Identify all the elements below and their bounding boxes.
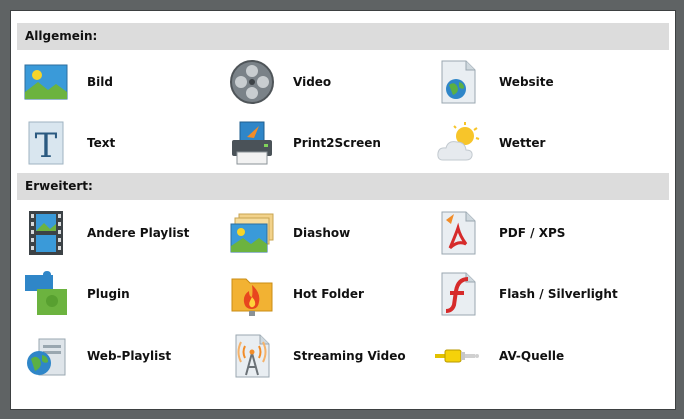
item-video[interactable]: Video: [229, 57, 429, 107]
weather-icon: [435, 120, 481, 166]
pdf-document-icon: [435, 210, 481, 256]
streaming-antenna-icon: [229, 333, 275, 379]
item-website[interactable]: Website: [435, 57, 635, 107]
item-pdf-xps[interactable]: PDF / XPS: [435, 208, 635, 258]
item-flash-silverlight[interactable]: Flash / Silverlight: [435, 269, 635, 319]
item-label: Andere Playlist: [87, 226, 190, 240]
item-text[interactable]: T Text: [23, 118, 223, 168]
printer-icon: [229, 120, 275, 166]
item-hot-folder[interactable]: Hot Folder: [229, 269, 429, 319]
item-bild[interactable]: Bild: [23, 57, 223, 107]
item-label: Plugin: [87, 287, 130, 301]
item-web-playlist[interactable]: Web-Playlist: [23, 331, 223, 381]
item-label: Streaming Video: [293, 349, 406, 363]
item-label: AV-Quelle: [499, 349, 565, 363]
item-diashow[interactable]: Diashow: [229, 208, 429, 258]
item-plugin[interactable]: Plugin: [23, 269, 223, 319]
item-andere-playlist[interactable]: Andere Playlist: [23, 208, 223, 258]
film-strip-icon: [23, 210, 69, 256]
item-label: Hot Folder: [293, 287, 364, 301]
puzzle-icon: [23, 271, 69, 317]
section-header-advanced: Erweitert:: [17, 173, 669, 200]
item-label: Flash / Silverlight: [499, 287, 618, 301]
av-cable-icon: [435, 333, 481, 379]
item-print2screen[interactable]: Print2Screen: [229, 118, 429, 168]
item-label: Website: [499, 75, 554, 89]
item-av-quelle[interactable]: AV-Quelle: [435, 331, 635, 381]
item-label: Wetter: [499, 136, 546, 150]
item-wetter[interactable]: Wetter: [435, 118, 635, 168]
source-type-panel: Allgemein: Bild Video Website T Text Pri…: [10, 10, 676, 410]
section-header-general: Allgemein:: [17, 23, 669, 50]
item-streaming-video[interactable]: Streaming Video: [229, 331, 429, 381]
svg-text:T: T: [35, 126, 58, 166]
item-label: Web-Playlist: [87, 349, 172, 363]
item-label: PDF / XPS: [499, 226, 566, 240]
item-label: Text: [87, 136, 116, 150]
web-playlist-icon: [23, 333, 69, 379]
hot-folder-icon: [229, 271, 275, 317]
item-label: Diashow: [293, 226, 351, 240]
slideshow-icon: [229, 210, 275, 256]
item-label: Print2Screen: [293, 136, 381, 150]
item-label: Video: [293, 75, 332, 89]
text-document-icon: T: [23, 120, 69, 166]
web-document-icon: [435, 59, 481, 105]
flash-icon: [435, 271, 481, 317]
item-label: Bild: [87, 75, 113, 89]
film-reel-icon: [229, 59, 275, 105]
image-icon: [23, 59, 69, 105]
